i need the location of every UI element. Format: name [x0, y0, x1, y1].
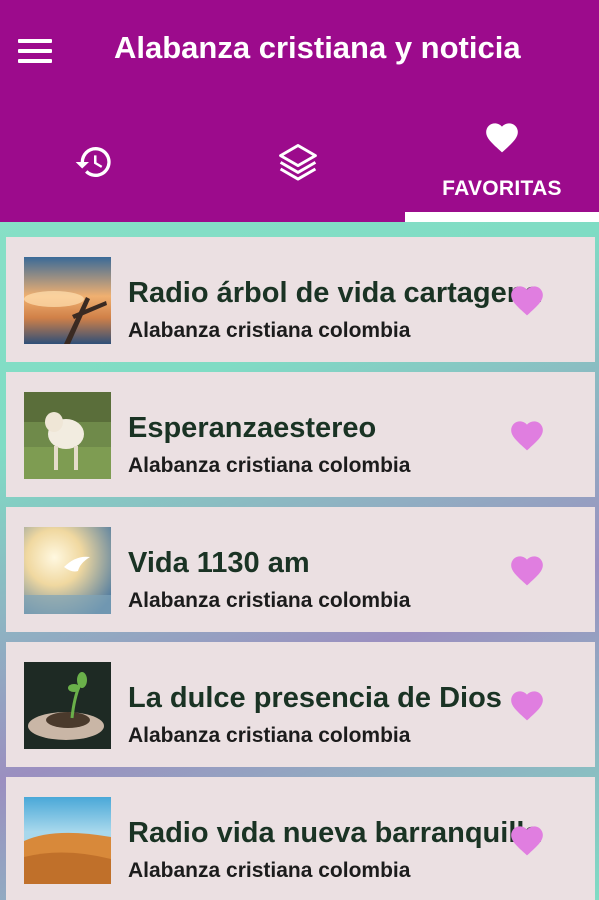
- station-image-dove-light: [24, 527, 111, 614]
- station-image-sprout-hands: [24, 662, 111, 749]
- heart-icon: [486, 123, 518, 153]
- station-image-sunset-cross: [24, 257, 111, 344]
- station-title: Vida 1130 am: [128, 547, 310, 579]
- station-subtitle: Alabanza cristiana colombia: [128, 454, 411, 477]
- list-item[interactable]: Esperanzaestereo Alabanza cristiana colo…: [6, 372, 595, 497]
- station-list[interactable]: Radio árbol de vida cartagena Alabanza c…: [0, 222, 599, 900]
- station-title: Radio árbol de vida cartagena: [128, 277, 541, 309]
- station-subtitle: Alabanza cristiana colombia: [128, 724, 411, 747]
- station-title: Radio vida nueva barranquilla: [128, 817, 541, 849]
- list-item[interactable]: Radio vida nueva barranquilla Alabanza c…: [6, 777, 595, 900]
- heart-icon[interactable]: [508, 686, 546, 722]
- heart-icon[interactable]: [508, 821, 546, 857]
- tab-layers[interactable]: [195, 110, 405, 222]
- history-icon: [75, 147, 111, 177]
- layers-icon: [279, 144, 317, 181]
- menu-icon[interactable]: [18, 36, 54, 66]
- tab-favoritas[interactable]: FAVORITAS: [405, 110, 599, 222]
- app-title: Alabanza cristiana y noticia: [114, 30, 521, 65]
- station-subtitle: Alabanza cristiana colombia: [128, 589, 411, 612]
- station-subtitle: Alabanza cristiana colombia: [128, 319, 411, 342]
- heart-icon[interactable]: [508, 281, 546, 317]
- station-image-lamb: [24, 392, 111, 479]
- list-item[interactable]: Radio árbol de vida cartagena Alabanza c…: [6, 237, 595, 362]
- heart-icon[interactable]: [508, 551, 546, 587]
- station-subtitle: Alabanza cristiana colombia: [128, 859, 411, 882]
- tab-indicator: [405, 212, 599, 222]
- list-item[interactable]: La dulce presencia de Dios Alabanza cris…: [6, 642, 595, 767]
- heart-icon[interactable]: [508, 416, 546, 452]
- app-bar: Alabanza cristiana y noticia FAVORITAS: [0, 0, 599, 222]
- list-item[interactable]: Vida 1130 am Alabanza cristiana colombia: [6, 507, 595, 632]
- tab-history[interactable]: [0, 110, 195, 222]
- tab-label: FAVORITAS: [442, 177, 562, 200]
- station-title: La dulce presencia de Dios: [128, 682, 502, 714]
- station-title: Esperanzaestereo: [128, 412, 377, 444]
- station-image-desert-dunes: [24, 797, 111, 884]
